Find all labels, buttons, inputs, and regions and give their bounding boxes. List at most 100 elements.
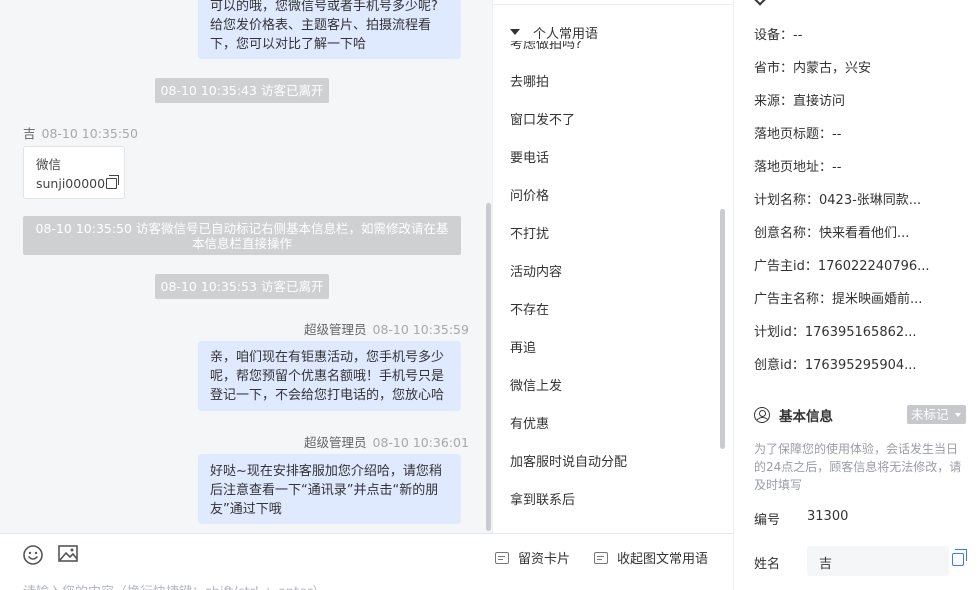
message-line: 给您发价格表、主题客片、拍摄流程看 [210, 18, 432, 33]
phrase-item[interactable]: 问价格 [510, 185, 549, 204]
group-label: 个人常用语 [533, 26, 599, 42]
edit-notice: 为了保障您的使用体验，会话发生当日的24点之后，顾客信息将无法修改，请及时填写 [754, 442, 962, 492]
info-value: 176395295904... [804, 358, 917, 373]
phrase-item[interactable]: 不打扰 [510, 223, 549, 242]
agent-name: 超级管理员 [304, 435, 367, 450]
phrase-item[interactable]: 拿到联系后 [510, 489, 575, 508]
card-icon [495, 551, 509, 564]
info-creative-name: 创意名称：快来看看他们... [754, 222, 909, 241]
phrase-item[interactable]: 不存在 [510, 299, 549, 318]
chat-panel[interactable]: 可以的哦，您微信号或者手机号多少呢? 给您发价格表、主题客片、拍摄流程看 下，您… [0, 0, 492, 533]
phrase-item[interactable]: 微信上发 [510, 375, 562, 394]
message-time: 08-10 10:36:01 [372, 435, 469, 450]
notice-line: 本信息栏直接操作 [191, 236, 292, 251]
agent-message: 好哒~现在安排客服加您介绍哈，请您稍 后注意查看一下“通讯录”并点击“新的朋 友… [198, 454, 461, 524]
phrase-item[interactable]: 去哪拍 [510, 71, 549, 90]
collapse-phrases-button[interactable]: 收起图文常用语 [594, 548, 708, 567]
button-label: 留资卡片 [518, 552, 571, 567]
caret-down-icon [510, 29, 520, 35]
info-label: 广告主id： [754, 259, 818, 274]
phrases-scrollbar[interactable] [720, 209, 725, 449]
message-line: 友”通过下哦 [210, 502, 282, 517]
info-value: 0423-张琳同款... [819, 193, 922, 208]
info-label: 创意名称： [754, 226, 820, 241]
info-plan-name: 计划名称：0423-张琳同款... [754, 189, 921, 208]
message-icon [594, 551, 608, 564]
user-icon [754, 407, 770, 423]
name-field[interactable]: 吉 [807, 546, 949, 576]
id-value: 31300 [807, 509, 849, 524]
message-line: 登记一下，不会给您打电话的，您放心哈 [210, 388, 445, 403]
phrases-panel: 考虑做拍吗? 个人常用语 去哪拍 窗口发不了 要电话 问价格 不打扰 活动内容 … [492, 0, 733, 533]
card-value: sunji00000 [36, 176, 106, 191]
info-landing-url: 落地页地址：-- [754, 156, 841, 175]
info-label: 来源： [754, 94, 794, 109]
card-title: 微信 [36, 157, 62, 172]
wechat-card[interactable]: 微信 sunji00000 [23, 146, 125, 199]
info-label: 计划id： [754, 325, 805, 340]
phrase-group-header[interactable]: 个人常用语 [510, 23, 607, 42]
system-notice-left: 08-10 10:35:53 访客已离开 [155, 274, 329, 299]
info-source: 来源：直接访问 [754, 90, 845, 109]
info-advertiser-name: 广告主名称：提米映画婚前... [754, 288, 922, 307]
info-value: 直接访问 [793, 94, 846, 109]
info-label: 计划名称： [754, 193, 820, 208]
info-device: 设备：-- [754, 24, 802, 43]
visitor-meta: 吉 08-10 10:35:50 [23, 123, 138, 142]
phrase-item[interactable]: 活动内容 [510, 261, 562, 280]
section-label: 基本信息 [779, 409, 833, 425]
info-label: 设备： [754, 28, 794, 43]
chevron-down-icon[interactable] [754, 0, 766, 6]
button-label: 收起图文常用语 [617, 552, 709, 567]
info-label: 省市： [754, 61, 794, 76]
info-value: -- [793, 28, 803, 43]
phrase-item[interactable]: 再追 [510, 337, 536, 356]
info-value: 快来看看他们... [819, 226, 910, 241]
info-advertiser-id: 广告主id：176022240796... [754, 255, 930, 274]
message-line: 呢，帮您预留个优惠名额哦！手机号只是 [210, 369, 445, 384]
phrase-item[interactable]: 加客服时说自动分配 [510, 451, 627, 470]
divider [493, 4, 733, 5]
agent-meta: 超级管理员 08-10 10:36:01 [304, 432, 469, 451]
emoji-icon[interactable] [22, 544, 44, 566]
message-time: 08-10 10:35:50 [41, 126, 138, 141]
info-value: 提米映画婚前... [832, 292, 923, 307]
agent-message: 亲，咱们现在有钜惠活动，您手机号多少 呢，帮您预留个优惠名额哦！手机号只是 登记… [198, 341, 461, 411]
copy-icon[interactable] [952, 549, 967, 566]
visitor-info-panel: 设备：-- 省市：内蒙古，兴安 来源：直接访问 落地页标题：-- 落地页地址：-… [733, 0, 979, 590]
message-line: 亲，咱们现在有钜惠活动，您手机号多少 [210, 350, 445, 365]
info-label: 广告主名称： [754, 292, 833, 307]
chat-scrollbar[interactable] [486, 203, 491, 531]
caret-down-icon [955, 413, 961, 417]
info-label: 落地页标题： [754, 127, 833, 142]
message-time: 08-10 10:35:59 [372, 322, 469, 337]
leave-info-card-button[interactable]: 留资卡片 [495, 548, 570, 567]
basic-info-title: 基本信息 [754, 405, 833, 425]
info-landing-title: 落地页标题：-- [754, 123, 841, 142]
info-plan-id: 计划id：176395165862... [754, 321, 917, 340]
system-notice-auto-mark: 08-10 10:35:50 访客微信号已自动标记右侧基本信息栏，如需修改请在基… [23, 216, 461, 255]
mark-status-dropdown[interactable]: 未标记 [907, 405, 966, 424]
message-line: 可以的哦，您微信号或者手机号多少呢? [210, 0, 438, 14]
image-icon[interactable] [57, 543, 79, 565]
phrase-item[interactable]: 有优惠 [510, 413, 549, 432]
phrase-item[interactable]: 要电话 [510, 147, 549, 166]
agent-name: 超级管理员 [304, 322, 367, 337]
info-value: 内蒙古，兴安 [793, 61, 872, 76]
name-label: 姓名 [754, 557, 781, 572]
info-value: -- [832, 160, 842, 175]
copy-icon[interactable] [106, 175, 120, 189]
info-label: 落地页地址： [754, 160, 833, 175]
id-label: 编号 [754, 513, 781, 528]
info-value: 176395165862... [804, 325, 917, 340]
phrase-item[interactable]: 窗口发不了 [510, 109, 575, 128]
input-bar: 留资卡片 收起图文常用语 请输入您的内容（换行快捷键：shift/ctrl + … [0, 533, 733, 590]
message-line: 下，您可以对比了解一下哈 [210, 37, 367, 52]
visitor-name: 吉 [23, 126, 36, 141]
agent-message: 可以的哦，您微信号或者手机号多少呢? 给您发价格表、主题客片、拍摄流程看 下，您… [198, 0, 461, 59]
info-region: 省市：内蒙古，兴安 [754, 57, 871, 76]
dropdown-label: 未标记 [911, 407, 949, 422]
notice-line: 08-10 10:35:50 访客微信号已自动标记右侧基本信息栏，如需修改请在基 [35, 221, 449, 236]
message-input[interactable]: 请输入您的内容（换行快捷键：shift/ctrl + enter） [23, 581, 326, 590]
agent-meta: 超级管理员 08-10 10:35:59 [304, 319, 469, 338]
